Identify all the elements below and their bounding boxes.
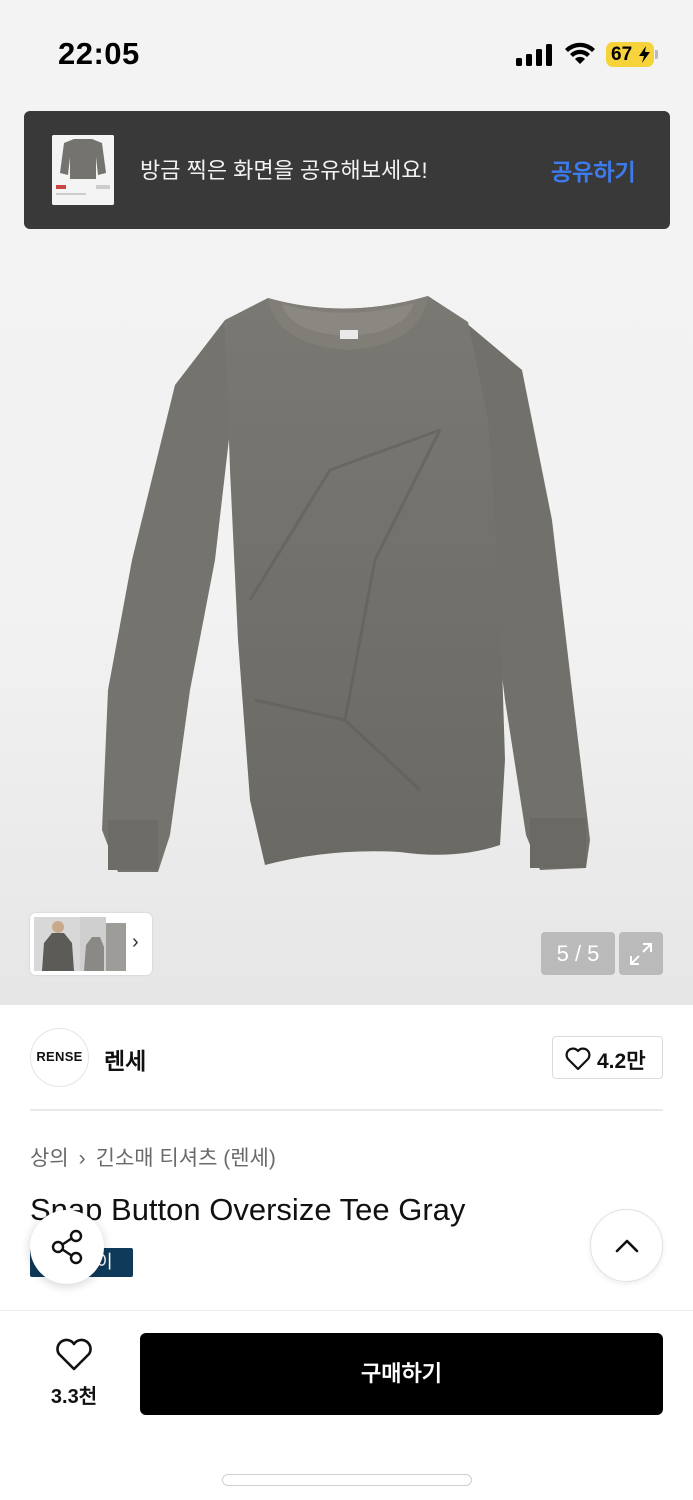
status-time: 22:05 <box>58 36 140 71</box>
breadcrumb-subcategory[interactable]: 긴소매 티셔츠 (렌세) <box>96 1147 276 1170</box>
image-counter: 5 / 5 <box>541 932 615 975</box>
heart-icon <box>56 1338 92 1371</box>
share-icon <box>51 1229 83 1265</box>
brand-like-count: 4.2만 <box>597 1050 646 1073</box>
product-like-count: 3.3천 <box>50 1386 98 1408</box>
chevron-right-icon: › <box>78 1147 86 1170</box>
heart-icon <box>565 1047 591 1071</box>
thumbnail-strip-button[interactable]: › <box>30 913 152 975</box>
share-toast-action[interactable]: 공유하기 <box>551 153 636 187</box>
thumbnail-images <box>34 917 126 971</box>
wifi-icon <box>565 42 595 64</box>
chevron-right-icon: › <box>132 931 139 953</box>
scroll-to-top-button[interactable] <box>590 1209 663 1282</box>
battery-nub <box>655 50 658 59</box>
chevron-up-icon <box>615 1239 639 1253</box>
battery-level: 67 <box>611 44 633 65</box>
expand-icon[interactable] <box>619 932 663 975</box>
product-image-gallery[interactable] <box>0 110 693 1005</box>
buy-button[interactable]: 구매하기 <box>140 1333 663 1415</box>
breadcrumb: 상의 › 긴소매 티셔츠 (렌세) <box>30 1142 276 1172</box>
share-toast-message: 방금 찍은 화면을 공유해보세요! <box>140 158 428 183</box>
cellular-signal-icon <box>516 44 554 66</box>
divider <box>30 1109 663 1111</box>
product-image[interactable] <box>0 110 693 1005</box>
share-button[interactable] <box>30 1210 104 1284</box>
status-bar: 22:05 67 <box>0 0 693 110</box>
product-like-button[interactable]: 3.3천 <box>40 1338 108 1408</box>
screenshot-thumbnail[interactable] <box>52 135 114 205</box>
brand-like-button[interactable]: 4.2만 <box>552 1036 663 1079</box>
battery-charging-icon: 67 <box>606 42 654 67</box>
share-toast: 방금 찍은 화면을 공유해보세요! 공유하기 <box>24 111 670 229</box>
home-indicator[interactable] <box>222 1474 472 1486</box>
breadcrumb-category[interactable]: 상의 <box>30 1147 69 1170</box>
brand-logo[interactable]: RENSE <box>30 1028 89 1087</box>
brand-name[interactable]: 렌세 <box>104 1042 146 1076</box>
